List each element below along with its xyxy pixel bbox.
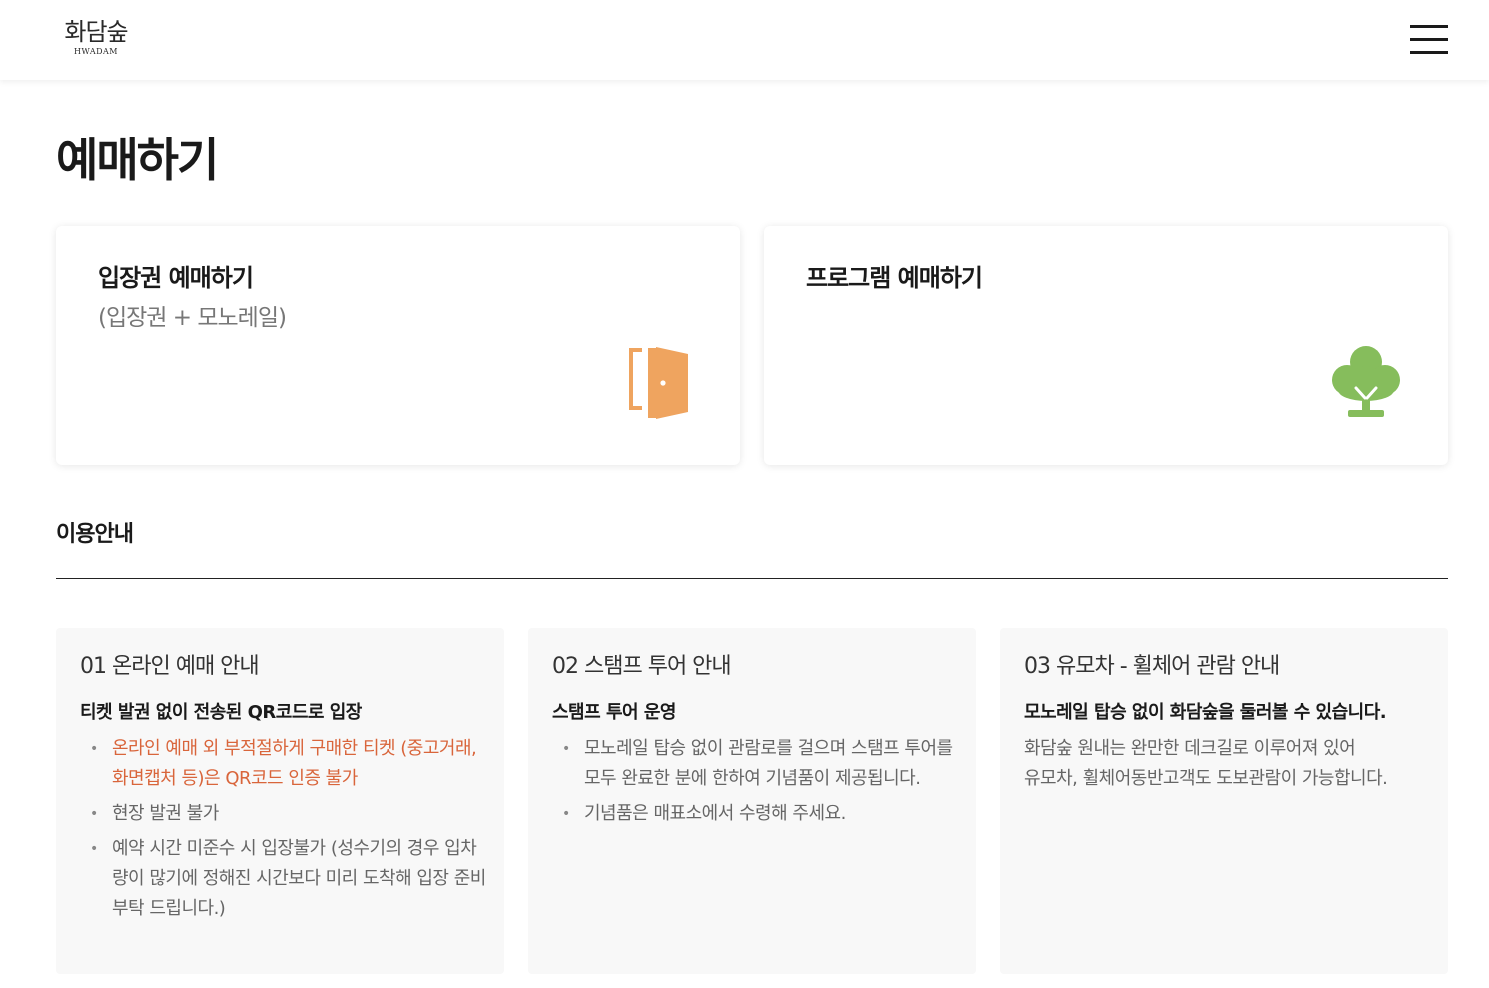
menu-bar-middle [1410, 38, 1448, 41]
stamp-tour-info-box: 02 스탬프 투어 안내 스탬프 투어 운영 모노레일 탑승 없이 관람로를 걸… [528, 628, 976, 974]
ticket-booking-card[interactable]: 입장권 예매하기 (입장권 + 모노레일) [56, 226, 740, 465]
door-icon [629, 347, 688, 419]
hamburger-menu-icon[interactable] [1410, 25, 1448, 55]
ticket-booking-subtitle: (입장권 + 모노레일) [98, 305, 287, 331]
site-header: 화담숲 HWADAM [0, 0, 1489, 80]
info-text-line: 화담숲 원내는 완만한 데크길로 이루어져 있어 [1024, 738, 1356, 759]
info-heading: 01 온라인 예매 안내 [80, 654, 260, 679]
info-list: 모노레일 탑승 없이 관람로를 걸으며 스탬프 투어를 모두 완료한 분에 한하… [552, 734, 962, 834]
list-item: 예약 시간 미준수 시 입장불가 (성수기의 경우 입차량이 많기에 정해진 시… [80, 834, 490, 924]
menu-bar-top [1410, 25, 1448, 28]
logo[interactable]: 화담숲 HWADAM [56, 18, 136, 57]
info-heading: 02 스탬프 투어 안내 [552, 654, 732, 679]
ticket-booking-title: 입장권 예매하기 [98, 264, 254, 292]
usage-section-title: 이용안내 [56, 522, 134, 547]
program-booking-card[interactable]: 프로그램 예매하기 [764, 226, 1448, 465]
info-subheading: 모노레일 탑승 없이 화담숲을 둘러볼 수 있습니다. [1024, 702, 1387, 723]
list-item: 모노레일 탑승 없이 관람로를 걸으며 스탬프 투어를 모두 완료한 분에 한하… [552, 734, 962, 794]
list-item: 현장 발권 불가 [80, 799, 490, 829]
list-item: 기념품은 매표소에서 수령해 주세요. [552, 799, 962, 829]
info-text: 화담숲 원내는 완만한 데크길로 이루어져 있어 유모차, 휠체어동반고객도 도… [1024, 734, 1444, 794]
info-list: 온라인 예매 외 부적절하게 구매한 티켓 (중고거래, 화면캡처 등)은 QR… [80, 734, 490, 929]
stroller-wheelchair-info-box: 03 유모차 - 휠체어 관람 안내 모노레일 탑승 없이 화담숲을 둘러볼 수… [1000, 628, 1448, 974]
info-subheading: 티켓 발권 없이 전송된 QR코드로 입장 [80, 702, 362, 723]
info-heading: 03 유모차 - 휠체어 관람 안내 [1024, 654, 1280, 679]
page-title: 예매하기 [56, 133, 219, 187]
info-text-line: 유모차, 휠체어동반고객도 도보관람이 가능합니다. [1024, 768, 1388, 789]
program-booking-title: 프로그램 예매하기 [806, 264, 983, 292]
section-divider [56, 578, 1448, 579]
menu-bar-bottom [1410, 51, 1448, 54]
logo-english: HWADAM [74, 47, 118, 56]
tree-icon [1332, 346, 1400, 417]
info-subheading: 스탬프 투어 운영 [552, 702, 676, 723]
list-item: 온라인 예매 외 부적절하게 구매한 티켓 (중고거래, 화면캡처 등)은 QR… [80, 734, 490, 794]
online-booking-info-box: 01 온라인 예매 안내 티켓 발권 없이 전송된 QR코드로 입장 온라인 예… [56, 628, 504, 974]
logo-korean: 화담숲 [64, 18, 128, 46]
